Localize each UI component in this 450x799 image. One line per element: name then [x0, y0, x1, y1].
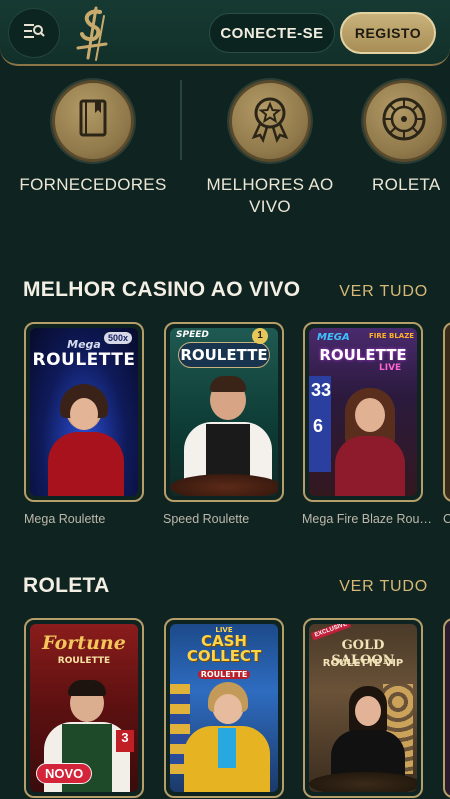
board-number: 33 [311, 380, 332, 400]
game-card-gold-saloon-roulette-vip[interactable]: EXCLUSIVE GOLD SALOON ROULETTE VIP [303, 618, 423, 798]
game-art-title: ROULETTE [319, 346, 407, 364]
category-label: ROLETA [372, 175, 441, 194]
board-number: 6 [313, 416, 324, 436]
game-name[interactable]: Speed Roulette [163, 512, 249, 526]
game-art-live: LIVE [379, 363, 402, 373]
category-circle [229, 80, 311, 162]
game-art-subtitle: MEGA [317, 332, 350, 343]
book-icon [73, 97, 113, 146]
multiplier-badge: 500x [103, 332, 132, 344]
game-art: LIVE CASH COLLECT ROULETTE [170, 624, 278, 792]
see-all-live-casino-link[interactable]: VER TUDO [339, 283, 428, 301]
game-art-title: CASH COLLECT [186, 632, 262, 665]
game-name[interactable]: Mega Fire Blaze Rou… [302, 512, 432, 526]
register-button[interactable]: REGISTO [340, 12, 436, 54]
menu-search-icon [23, 22, 45, 45]
category-label-text: MELHORES AO VIVO [206, 175, 334, 216]
game-art-subtitle: ROULETTE [198, 670, 250, 679]
dealer-dress [335, 436, 405, 496]
game-card-partial[interactable] [443, 322, 450, 502]
game-art: MEGA FIRE BLAZE ROULETTE LIVE 33 6 [309, 328, 417, 496]
dealer-face-front [355, 398, 385, 432]
dealer-hair [210, 376, 246, 392]
number-tile: 3 [116, 730, 134, 752]
category-roulette[interactable]: ROLETA [352, 80, 450, 196]
roulette-table [309, 772, 417, 792]
game-card-speed-roulette[interactable]: SPEED ROULETTE 1 [164, 322, 284, 502]
dealer-tie [218, 728, 236, 768]
dealer-dress [48, 432, 124, 496]
dealer-face-front [355, 696, 381, 726]
game-art-subtitle-2: FIRE BLAZE [369, 332, 415, 340]
category-label: MELHORES AO VIVO [196, 174, 344, 218]
game-card-cash-collect-roulette[interactable]: LIVE CASH COLLECT ROULETTE [164, 618, 284, 798]
game-art-subtitle: ROULETTE [57, 656, 111, 666]
game-card-fortune-roulette[interactable]: Fortune ROULETTE 3 NOVO [24, 618, 144, 798]
number-badge: 1 [252, 328, 268, 344]
game-art: EXCLUSIVE GOLD SALOON ROULETTE VIP [309, 624, 417, 792]
game-name[interactable]: C [443, 512, 450, 526]
section-title-live-casino: MELHOR CASINO AO VIVO [23, 278, 301, 301]
category-divider [180, 80, 182, 160]
dealer-face-front [70, 398, 98, 430]
see-all-roulette-link[interactable]: VER TUDO [339, 578, 428, 596]
game-art-title: ROULETTE [32, 350, 136, 370]
menu-search-button[interactable] [8, 8, 60, 58]
game-art-title: ROULETTE [180, 346, 268, 364]
game-card-partial[interactable] [443, 618, 450, 798]
game-art: Fortune ROULETTE 3 NOVO [30, 624, 138, 792]
dealer-face-front [214, 694, 242, 724]
award-ribbon-icon [248, 95, 292, 148]
game-art-title: Fortune [42, 632, 126, 654]
top-header: CONECTE-SE REGISTO [0, 0, 450, 66]
game-art: SPEED ROULETTE 1 [170, 328, 278, 496]
roulette-wheel-icon [380, 95, 428, 148]
new-badge: NOVO [36, 763, 93, 784]
roulette-table [170, 474, 278, 496]
brand-logo[interactable] [70, 4, 116, 62]
category-providers[interactable]: FORNECEDORES [18, 80, 168, 196]
game-art-subtitle: ROULETTE VIP [322, 658, 404, 669]
dealer-hair [68, 680, 106, 696]
category-circle [52, 80, 134, 162]
category-circle [363, 80, 445, 162]
section-title-roulette: ROLETA [23, 574, 110, 597]
game-art: Mega ROULETTE 500x [30, 328, 138, 496]
login-button[interactable]: CONECTE-SE [209, 13, 335, 53]
game-card-mega-roulette[interactable]: Mega ROULETTE 500x [24, 322, 144, 502]
game-card-mega-fire-blaze-roulette[interactable]: MEGA FIRE BLAZE ROULETTE LIVE 33 6 [303, 322, 423, 502]
category-label: FORNECEDORES [19, 175, 167, 194]
category-best-live[interactable]: MELHORES AO VIVO [196, 80, 344, 218]
game-art-subtitle: SPEED [176, 330, 209, 340]
game-name[interactable]: Mega Roulette [24, 512, 105, 526]
